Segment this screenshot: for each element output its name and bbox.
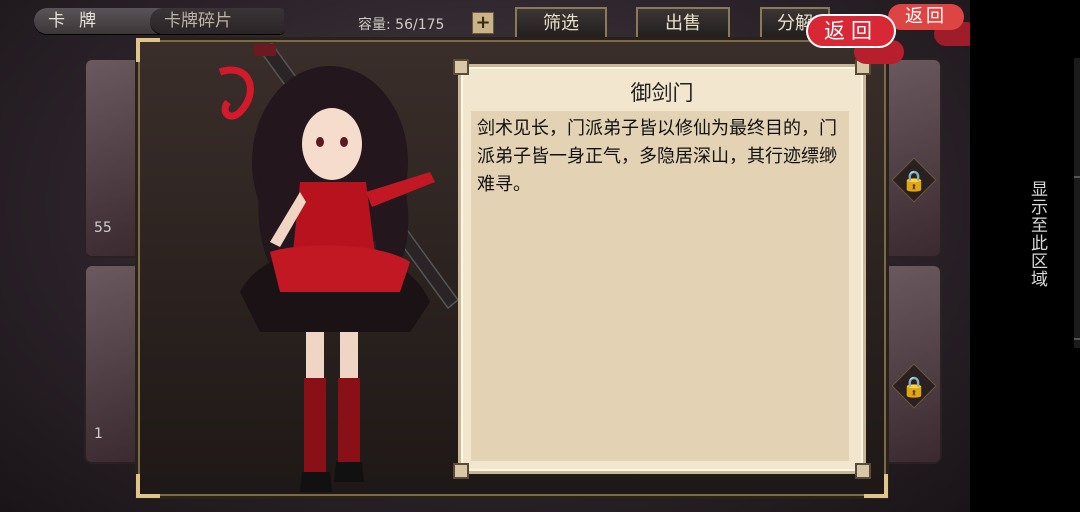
- sect-description: 剑术见长，门派弟子皆以修仙为最终目的，门派弟子皆一身正气，多隐居深山，其行迹缥缈…: [471, 111, 849, 461]
- sect-title: 御剑门: [630, 81, 694, 105]
- filter-button[interactable]: 筛选: [515, 7, 607, 41]
- sect-info-dialog: 御剑门 剑术见长，门派弟子皆以修仙为最终目的，门派弟子皆一身正气，多隐居深山，其…: [136, 38, 888, 498]
- frame-corner: [136, 38, 160, 62]
- sell-button[interactable]: 出售: [636, 7, 730, 41]
- description-panel: 御剑门 剑术见长，门派弟子皆以修仙为最终目的，门派弟子皆一身正气，多隐居深山，其…: [453, 59, 871, 479]
- panel-corner-ornament: [855, 463, 871, 479]
- capacity-display: 容量: 56/175: [358, 14, 444, 34]
- card-level: 55: [94, 220, 112, 236]
- card-slot[interactable]: [878, 264, 942, 464]
- scroll-rail: [1074, 58, 1080, 348]
- plus-icon[interactable]: +: [472, 12, 494, 34]
- top-back-button[interactable]: 返回: [888, 4, 964, 30]
- capacity-label: 容量:: [358, 17, 391, 33]
- panel-corner-ornament: [453, 463, 469, 479]
- game-screen: 卡牌 卡牌碎片 容量: 56/175 + 筛选 出售 分解 返回 55 1 🔒 …: [0, 0, 970, 512]
- tab-cards[interactable]: 卡牌: [34, 8, 164, 34]
- frame-corner: [136, 474, 160, 498]
- card-slot[interactable]: [878, 58, 942, 258]
- dialog-back-button[interactable]: 返回: [806, 14, 896, 48]
- card-level: 1: [94, 426, 103, 442]
- character-portrait: [218, 43, 460, 492]
- panel-corner-ornament: [453, 59, 469, 75]
- capacity-value: 56/175: [395, 17, 445, 33]
- display-area-label: 显示至此区域: [1027, 180, 1047, 288]
- tab-card-shards[interactable]: 卡牌碎片: [150, 8, 284, 34]
